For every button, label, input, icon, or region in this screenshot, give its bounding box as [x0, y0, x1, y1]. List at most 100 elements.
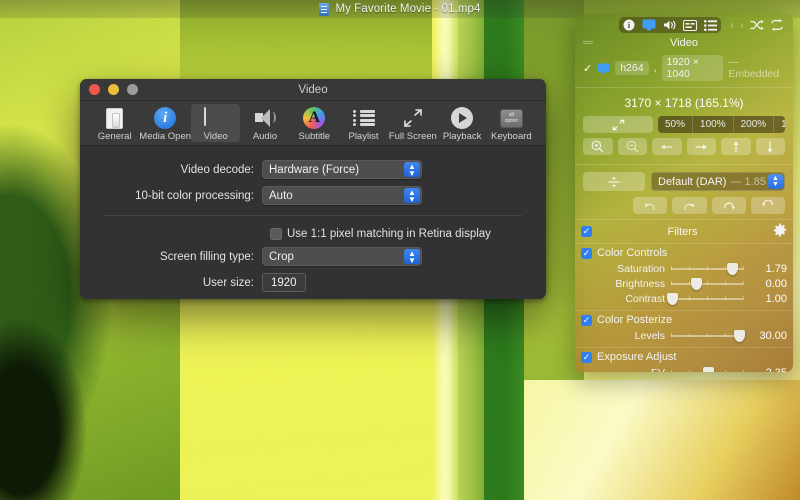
info-icon[interactable]: i	[623, 19, 635, 31]
video-decode-select[interactable]: Hardware (Force) ▲▼	[262, 160, 422, 179]
contrast-slider[interactable]	[671, 292, 743, 305]
tab-audio[interactable]: Audio	[240, 104, 289, 142]
move-left-button[interactable]	[652, 138, 682, 155]
zoom-preset-50[interactable]: 50%	[658, 116, 693, 133]
tab-subtitle[interactable]: Subtitle	[290, 104, 339, 142]
playlist-icon[interactable]	[704, 20, 717, 31]
slider-row-brightness: Brightness 0.00	[581, 276, 787, 291]
dialog-titlebar[interactable]: Video	[80, 79, 546, 101]
window-title-text: My Favorite Movie - 01.mp4	[335, 3, 480, 15]
flip-horizontal-button[interactable]	[712, 197, 746, 214]
panel-header-text: Video	[670, 37, 698, 49]
tab-media-open[interactable]: i Media Open	[139, 104, 191, 142]
ten-bit-select[interactable]: Auto ▲▼	[262, 186, 422, 205]
general-icon	[102, 106, 128, 130]
tab-general-label: General	[98, 131, 132, 142]
subtitle-icon[interactable]	[683, 20, 697, 31]
saturation-slider-thumb[interactable]	[727, 263, 738, 275]
tab-keyboard[interactable]: altoption Keyboard	[487, 104, 536, 142]
video-decode-row: Video decode: Hardware (Force) ▲▼	[80, 160, 546, 179]
zoom-preset-1920[interactable]: 1920	[774, 116, 785, 133]
chevron-updown-icon: ▲▼	[404, 188, 420, 203]
rotate-left-button[interactable]	[633, 197, 667, 214]
expand-arrows-icon[interactable]	[583, 116, 653, 133]
filter-group-color-posterize: ✓ Color Posterize Levels 30.00	[575, 311, 793, 348]
ten-bit-row: 10-bit color processing: Auto ▲▼	[80, 186, 546, 205]
slider-row-ev: EV 2.35	[581, 365, 787, 372]
next-track-button[interactable]: ›	[740, 18, 744, 32]
ev-slider-thumb[interactable]	[703, 367, 714, 372]
filter-group-header[interactable]: ✓ Color Controls	[581, 247, 787, 261]
video-decode-label: Video decode:	[80, 164, 262, 176]
monitor-icon	[203, 106, 229, 130]
retina-checkbox[interactable]	[270, 228, 282, 240]
saturation-slider[interactable]	[671, 262, 743, 275]
zoom-out-button[interactable]	[618, 138, 648, 155]
play-icon	[449, 106, 475, 130]
screen-filling-select[interactable]: Crop ▲▼	[262, 247, 422, 266]
zoom-preset-200[interactable]: 200%	[734, 116, 775, 133]
tab-audio-label: Audio	[253, 131, 277, 142]
zoom-preset-group: 50% 100% 200% 1920	[658, 116, 785, 133]
move-right-button[interactable]	[687, 138, 717, 155]
track-embedded-label: — Embedded	[728, 56, 785, 80]
aspect-ratio-select[interactable]: Default (DAR) — 1.85 : 1 ▲▼	[651, 172, 785, 191]
tab-general[interactable]: General	[90, 104, 139, 142]
move-down-button[interactable]	[756, 138, 786, 155]
brightness-label: Brightness	[581, 278, 667, 290]
zoom-preset-100[interactable]: 100%	[693, 116, 734, 133]
screen-filling-row: Screen filling type: Crop ▲▼	[80, 247, 546, 266]
filters-enable-checkbox[interactable]: ✓	[581, 226, 592, 237]
aspect-lock-icon[interactable]	[583, 172, 645, 191]
saturation-label: Saturation	[581, 263, 667, 275]
tab-full-screen[interactable]: Full Screen	[388, 104, 437, 142]
tab-subtitle-label: Subtitle	[298, 131, 330, 142]
color-controls-checkbox[interactable]: ✓	[581, 248, 592, 259]
dialog-title: Video	[80, 84, 546, 96]
ten-bit-value: Auto	[269, 190, 293, 202]
filter-group-header[interactable]: ✓ Exposure Adjust	[581, 351, 787, 365]
chevron-updown-icon: ▲▼	[404, 162, 420, 177]
repeat-icon[interactable]	[770, 19, 784, 31]
ev-value: 2.35	[747, 367, 787, 373]
rotate-right-button[interactable]	[672, 197, 706, 214]
audio-icon[interactable]	[663, 19, 676, 31]
previous-track-button[interactable]: ‹	[730, 18, 734, 32]
codec-separator: ,	[654, 62, 657, 74]
gear-icon[interactable]	[773, 223, 787, 240]
exposure-adjust-checkbox[interactable]: ✓	[581, 352, 592, 363]
shuffle-icon[interactable]	[750, 19, 764, 31]
contrast-label: Contrast	[581, 293, 667, 305]
brightness-slider-thumb[interactable]	[691, 278, 702, 290]
tab-playlist[interactable]: Playlist	[339, 104, 388, 142]
inspector-tab-group: i	[619, 17, 721, 33]
levels-slider-thumb[interactable]	[734, 330, 745, 342]
brightness-slider[interactable]	[671, 277, 743, 290]
contrast-slider-thumb[interactable]	[667, 293, 678, 305]
drag-handle[interactable]	[583, 41, 593, 45]
tab-playback[interactable]: Playback	[437, 104, 486, 142]
tab-video[interactable]: Video	[191, 104, 240, 142]
ev-label: EV	[581, 367, 667, 373]
video-icon	[597, 63, 610, 74]
move-up-button[interactable]	[721, 138, 751, 155]
filter-group-header[interactable]: ✓ Color Posterize	[581, 314, 787, 328]
levels-slider[interactable]	[671, 329, 743, 342]
slider-row-saturation: Saturation 1.79	[581, 261, 787, 276]
retina-checkbox-row[interactable]: Use 1:1 pixel matching in Retina display	[80, 228, 546, 240]
track-row[interactable]: ✓ h264 , 1920 × 1040 — Embedded	[575, 53, 793, 83]
slider-row-contrast: Contrast 1.00	[581, 291, 787, 306]
video-settings-form: Video decode: Hardware (Force) ▲▼ 10-bit…	[80, 146, 546, 299]
video-icon[interactable]	[642, 19, 656, 31]
zoom-in-button[interactable]	[583, 138, 613, 155]
flip-vertical-button[interactable]	[751, 197, 785, 214]
preferences-dialog[interactable]: Video General i Media Open Video	[80, 79, 546, 299]
pan-button-row	[575, 138, 793, 160]
exposure-adjust-label: Exposure Adjust	[597, 351, 677, 363]
inspector-panel[interactable]: i ‹ ›	[575, 14, 793, 372]
user-size-input[interactable]: 1920	[262, 273, 306, 292]
resolution-readout: 3170 × 1718 (165.1%)	[575, 92, 793, 116]
color-posterize-checkbox[interactable]: ✓	[581, 315, 592, 326]
speaker-icon	[252, 106, 278, 130]
ev-slider[interactable]	[671, 366, 743, 372]
